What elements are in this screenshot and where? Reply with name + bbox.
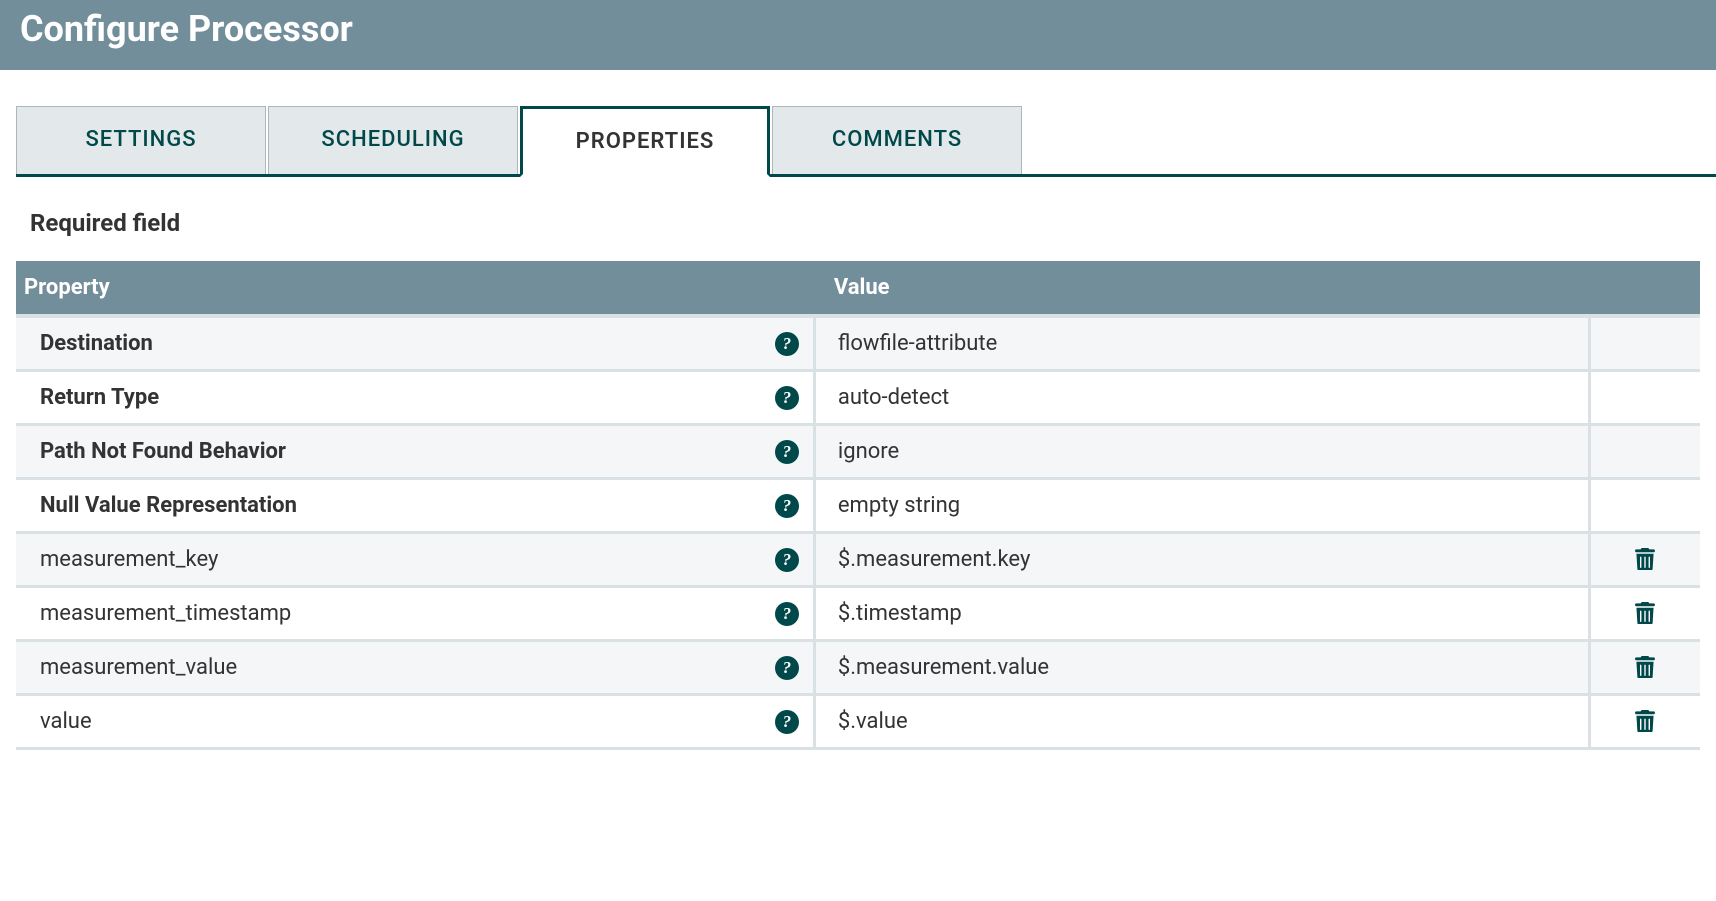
property-name: value xyxy=(40,709,92,734)
property-value: $.measurement.key xyxy=(838,547,1030,572)
help-icon[interactable]: ? xyxy=(775,548,799,572)
dialog-header: Configure Processor xyxy=(0,0,1716,70)
value-cell[interactable]: auto-detect xyxy=(816,372,1591,423)
help-icon[interactable]: ? xyxy=(775,602,799,626)
value-cell[interactable]: $.measurement.key xyxy=(816,534,1591,585)
property-cell[interactable]: Return Type? xyxy=(16,372,816,423)
tab-comments[interactable]: COMMENTS xyxy=(772,106,1022,174)
dialog-title: Configure Processor xyxy=(20,8,1696,50)
action-cell xyxy=(1591,588,1700,639)
content-area: SETTINGSSCHEDULINGPROPERTIESCOMMENTS Req… xyxy=(0,106,1716,750)
table-row: value? $.value xyxy=(16,696,1700,750)
value-cell[interactable]: $.timestamp xyxy=(816,588,1591,639)
table-row: measurement_value? $.measurement.value xyxy=(16,642,1700,696)
table-row: Return Type? auto-detect xyxy=(16,372,1700,426)
column-header-action xyxy=(1591,275,1700,300)
property-name: measurement_key xyxy=(40,547,218,572)
action-cell xyxy=(1591,642,1700,693)
property-value: $.timestamp xyxy=(838,601,962,626)
table-row: Destination? flowfile-attribute xyxy=(16,318,1700,372)
property-cell[interactable]: measurement_key? xyxy=(16,534,816,585)
property-name: measurement_timestamp xyxy=(40,601,291,626)
property-value: empty string xyxy=(838,493,960,518)
action-cell xyxy=(1591,534,1700,585)
action-cell xyxy=(1591,318,1700,369)
value-cell[interactable]: flowfile-attribute xyxy=(816,318,1591,369)
action-cell xyxy=(1591,480,1700,531)
property-cell[interactable]: Destination? xyxy=(16,318,816,369)
property-cell[interactable]: measurement_timestamp? xyxy=(16,588,816,639)
table-row: measurement_key? $.measurement.key xyxy=(16,534,1700,588)
help-icon[interactable]: ? xyxy=(775,386,799,410)
trash-icon[interactable] xyxy=(1635,602,1655,626)
trash-icon[interactable] xyxy=(1635,548,1655,572)
property-name: Destination xyxy=(40,331,153,356)
property-cell[interactable]: measurement_value? xyxy=(16,642,816,693)
tab-scheduling[interactable]: SCHEDULING xyxy=(268,106,518,174)
help-icon[interactable]: ? xyxy=(775,656,799,680)
table-row: measurement_timestamp? $.timestamp xyxy=(16,588,1700,642)
value-cell[interactable]: $.measurement.value xyxy=(816,642,1591,693)
column-header-property: Property xyxy=(16,275,816,300)
value-cell[interactable]: empty string xyxy=(816,480,1591,531)
help-icon[interactable]: ? xyxy=(775,710,799,734)
tab-bar: SETTINGSSCHEDULINGPROPERTIESCOMMENTS xyxy=(16,106,1716,177)
help-icon[interactable]: ? xyxy=(775,440,799,464)
property-cell[interactable]: Path Not Found Behavior? xyxy=(16,426,816,477)
action-cell xyxy=(1591,696,1700,747)
property-value: ignore xyxy=(838,439,899,464)
action-cell xyxy=(1591,426,1700,477)
table-header-row: Property Value xyxy=(16,261,1700,318)
property-name: Null Value Representation xyxy=(40,493,297,518)
property-value: $.measurement.value xyxy=(838,655,1049,680)
trash-icon[interactable] xyxy=(1635,710,1655,734)
column-header-value: Value xyxy=(816,275,1591,300)
property-value: $.value xyxy=(838,709,908,734)
tab-settings[interactable]: SETTINGS xyxy=(16,106,266,174)
required-field-label: Required field xyxy=(30,209,1716,237)
property-name: Path Not Found Behavior xyxy=(40,439,286,464)
property-name: Return Type xyxy=(40,385,159,410)
property-cell[interactable]: Null Value Representation? xyxy=(16,480,816,531)
value-cell[interactable]: $.value xyxy=(816,696,1591,747)
properties-table: Property Value Destination? flowfile-attr… xyxy=(16,261,1700,750)
help-icon[interactable]: ? xyxy=(775,332,799,356)
tab-properties[interactable]: PROPERTIES xyxy=(520,106,770,177)
trash-icon[interactable] xyxy=(1635,656,1655,680)
action-cell xyxy=(1591,372,1700,423)
help-icon[interactable]: ? xyxy=(775,494,799,518)
property-value: flowfile-attribute xyxy=(838,331,997,356)
table-row: Null Value Representation? empty string xyxy=(16,480,1700,534)
property-cell[interactable]: value? xyxy=(16,696,816,747)
property-name: measurement_value xyxy=(40,655,237,680)
property-value: auto-detect xyxy=(838,385,949,410)
value-cell[interactable]: ignore xyxy=(816,426,1591,477)
table-row: Path Not Found Behavior? ignore xyxy=(16,426,1700,480)
